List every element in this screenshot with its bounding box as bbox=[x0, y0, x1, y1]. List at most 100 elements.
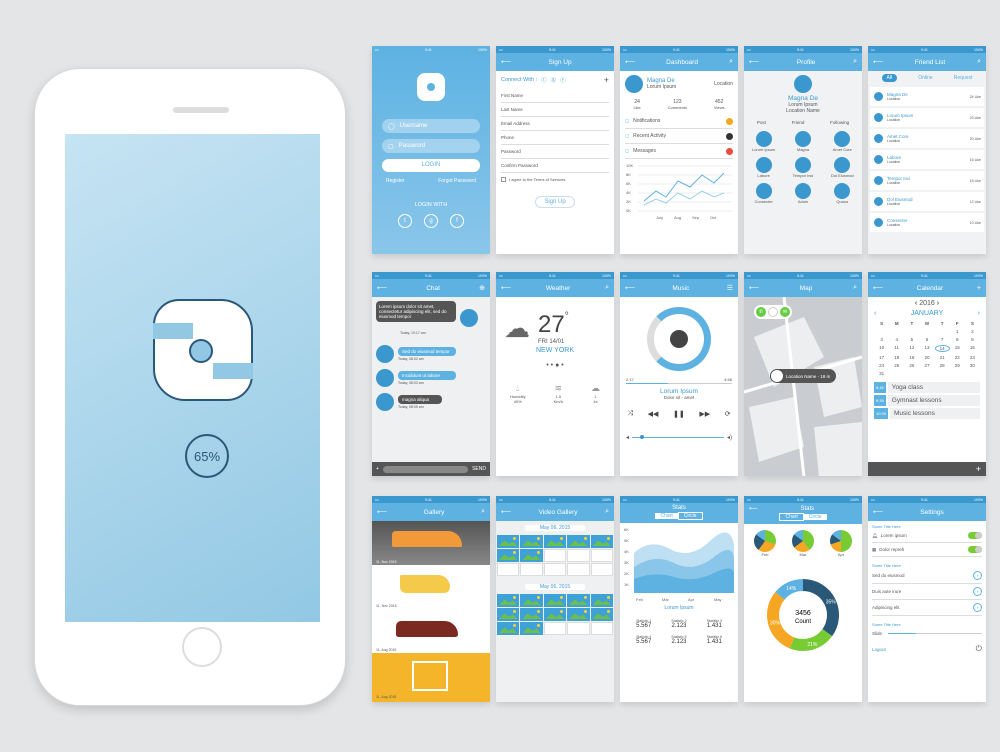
video-thumbnail[interactable] bbox=[497, 622, 520, 635]
tab-circle[interactable]: Circle bbox=[677, 512, 703, 520]
profile-stat[interactable]: Post bbox=[757, 120, 766, 125]
tab-online[interactable]: Online bbox=[918, 75, 932, 81]
calendar-day[interactable]: 10 bbox=[874, 345, 889, 352]
plus-icon[interactable]: + bbox=[604, 75, 609, 85]
calendar-day[interactable]: 24 bbox=[874, 363, 889, 368]
location-pin-icon[interactable] bbox=[771, 370, 783, 382]
person-item[interactable]: Tempor Inci bbox=[783, 157, 822, 178]
calendar-day[interactable]: 11 bbox=[889, 345, 904, 352]
calendar-day[interactable] bbox=[889, 371, 904, 376]
progress-slider[interactable] bbox=[626, 383, 732, 384]
gallery-image-4[interactable]: 11, Aug 2015 bbox=[372, 653, 490, 702]
video-thumbnail[interactable] bbox=[590, 608, 613, 621]
calendar-day[interactable]: 2 bbox=[965, 329, 980, 334]
back-icon[interactable]: ⟵ bbox=[501, 58, 511, 66]
gallery-image-1[interactable]: 11, Nov 2015 bbox=[372, 521, 490, 565]
calendar-day[interactable]: 17 bbox=[874, 355, 889, 360]
register-link[interactable]: Register bbox=[386, 178, 405, 184]
friend-row[interactable]: Tempor Inci Location 15 Like bbox=[870, 171, 984, 190]
video-thumbnail[interactable] bbox=[520, 535, 543, 548]
toggle-switch[interactable] bbox=[968, 532, 982, 539]
rewind-icon[interactable]: ◀◀ bbox=[648, 410, 659, 418]
gallery-image-3[interactable]: 11, Aug 2015 bbox=[372, 609, 490, 653]
calendar-day[interactable]: 25 bbox=[889, 363, 904, 368]
search-icon[interactable]: ⌕ bbox=[729, 58, 733, 66]
calendar-day[interactable]: 27 bbox=[919, 363, 934, 368]
agree-checkbox[interactable] bbox=[501, 177, 506, 182]
friend-row[interactable]: Magna De Location 24 Like bbox=[870, 87, 984, 106]
facebook-icon[interactable]: f bbox=[450, 214, 464, 228]
video-thumbnail[interactable] bbox=[543, 608, 567, 621]
tab-request[interactable]: Request bbox=[954, 75, 973, 81]
calendar-day[interactable]: 14 bbox=[934, 345, 950, 352]
dashboard-item[interactable]: ◻ Recent Activity bbox=[625, 129, 733, 144]
video-thumbnail[interactable] bbox=[543, 594, 567, 607]
send-button[interactable]: SEND bbox=[472, 466, 486, 472]
plus-icon[interactable]: + bbox=[376, 466, 379, 472]
video-thumbnail[interactable] bbox=[497, 594, 520, 607]
calendar-day[interactable]: 29 bbox=[950, 363, 965, 368]
search-icon[interactable]: ⌕ bbox=[977, 58, 981, 66]
calendar-day[interactable]: 8 bbox=[950, 337, 965, 342]
signup-field[interactable]: First Name bbox=[501, 89, 609, 103]
calendar-day[interactable] bbox=[919, 371, 934, 376]
calendar-day[interactable]: 20 bbox=[919, 355, 934, 360]
signup-field[interactable]: Last Name bbox=[501, 103, 609, 117]
back-icon[interactable]: ⟵ bbox=[873, 284, 883, 292]
friend-row[interactable]: Lorum Ipsum Location 23 Like bbox=[870, 108, 984, 127]
toggle-switch[interactable] bbox=[968, 546, 982, 553]
video-thumbnail[interactable] bbox=[567, 535, 590, 548]
person-item[interactable]: Amet Core bbox=[823, 131, 862, 152]
back-icon[interactable]: ⟵ bbox=[749, 505, 758, 512]
calendar-day[interactable]: 15 bbox=[950, 345, 965, 352]
video-thumbnail[interactable] bbox=[543, 535, 567, 548]
google-icon[interactable]: ⓖ bbox=[551, 76, 557, 84]
home-button[interactable] bbox=[182, 627, 222, 667]
back-icon[interactable]: ⟵ bbox=[873, 508, 883, 516]
calendar-day[interactable] bbox=[950, 371, 965, 376]
profile-stat[interactable]: Friend bbox=[792, 120, 805, 125]
pause-icon[interactable]: ❚❚ bbox=[673, 410, 685, 418]
calendar-day[interactable]: 13 bbox=[919, 345, 934, 352]
phone-icon[interactable]: ✆ bbox=[756, 307, 766, 317]
calendar-day[interactable]: 22 bbox=[950, 355, 965, 360]
calendar-event[interactable]: 10:35 Music lessons bbox=[874, 408, 980, 419]
calendar-day[interactable] bbox=[965, 371, 980, 376]
search-icon[interactable]: ⌕ bbox=[853, 284, 857, 292]
calendar-day[interactable] bbox=[919, 329, 934, 334]
video-thumbnail[interactable] bbox=[497, 549, 520, 562]
calendar-day[interactable]: 6 bbox=[919, 337, 934, 342]
dashboard-item[interactable]: ◻ Notifications bbox=[625, 114, 733, 129]
forgot-password-link[interactable]: Forgot Password bbox=[438, 178, 476, 184]
back-icon[interactable]: ⟵ bbox=[625, 284, 635, 292]
back-icon[interactable]: ⟵ bbox=[501, 284, 511, 292]
page-dots[interactable]: • • ● • bbox=[496, 362, 614, 369]
calendar-day[interactable]: 3 bbox=[874, 337, 889, 342]
search-icon[interactable]: ⌕ bbox=[853, 58, 857, 66]
search-icon[interactable]: ⌕ bbox=[605, 284, 609, 292]
video-thumbnail[interactable] bbox=[497, 608, 520, 621]
tab-chart[interactable]: Chart bbox=[655, 513, 678, 519]
map-view[interactable] bbox=[744, 297, 862, 476]
person-item[interactable]: Magna bbox=[783, 131, 822, 152]
back-icon[interactable]: ⟵ bbox=[749, 284, 759, 292]
logout-link[interactable]: Logout bbox=[872, 647, 886, 652]
profile-stat[interactable]: Following bbox=[830, 120, 849, 125]
message-icon[interactable]: ✉ bbox=[780, 307, 790, 317]
facebook-icon[interactable]: ⓕ bbox=[560, 76, 566, 84]
chevron-right-icon[interactable]: › bbox=[973, 571, 982, 580]
back-icon[interactable]: ⟵ bbox=[625, 58, 635, 66]
google-icon[interactable]: g bbox=[424, 214, 438, 228]
video-thumbnail[interactable] bbox=[520, 594, 543, 607]
search-icon[interactable]: ⌕ bbox=[481, 508, 485, 516]
video-thumbnail[interactable] bbox=[590, 535, 613, 548]
gallery-image-2[interactable]: 11, Nov 2015 bbox=[372, 565, 490, 609]
person-item[interactable]: Lorum Ipsum bbox=[744, 131, 783, 152]
friend-row[interactable]: Dol Eiusmod Location 12 Like bbox=[870, 192, 984, 211]
person-item[interactable]: Labore bbox=[744, 157, 783, 178]
calendar-event[interactable]: 8:45 Yoga class bbox=[874, 382, 980, 393]
globe-icon[interactable]: ⊕ bbox=[479, 284, 485, 292]
calendar-day[interactable] bbox=[935, 371, 950, 376]
search-icon[interactable]: ⌕ bbox=[605, 508, 609, 516]
signup-field[interactable]: Phone bbox=[501, 131, 609, 145]
